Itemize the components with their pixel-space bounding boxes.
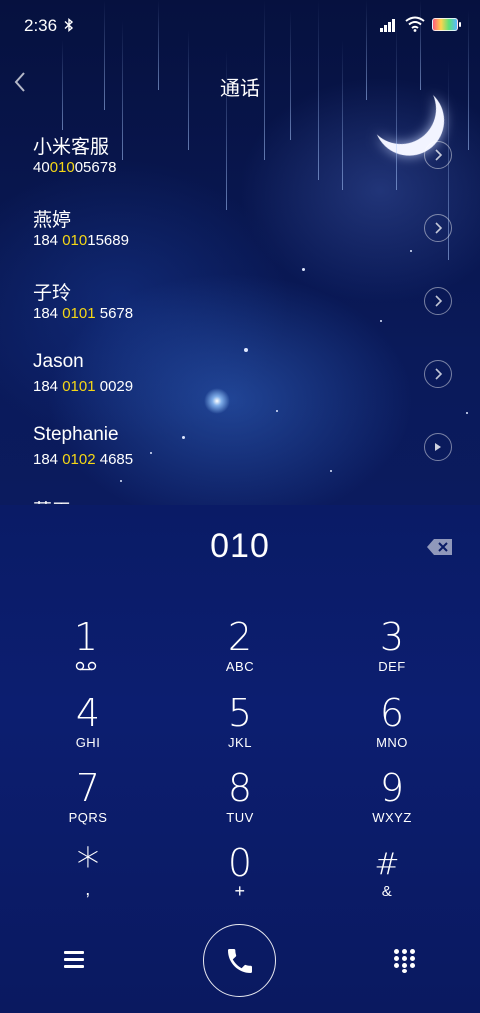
number-suffix: 0029 [95,378,134,395]
key-digit: 4 [75,691,101,735]
contact-row[interactable]: 燕婷 184 01015689 [0,197,480,269]
key-digit: 1 [73,615,99,659]
contact-number: 184 01015689 [33,232,129,249]
contact-list: 小米客服 4001005678 燕婷 184 01015689 子玲 184 0… [0,124,480,504]
dial-key-6[interactable]: 6 MNO [332,693,452,763]
number-match-highlight: 010 [62,232,88,249]
contact-number: 184 0101 5678 [33,305,133,322]
chevron-right-icon[interactable] [424,360,452,388]
key-digit: 0 [227,841,253,885]
number-suffix: 4685 [95,451,134,468]
number-prefix: 184 [33,378,63,395]
chevron-right-icon[interactable] [424,287,452,315]
number-suffix: 05678 [74,159,117,176]
number-prefix: 184 [33,232,63,249]
key-letters: DEF [378,659,406,674]
dial-key-3[interactable]: 3 DEF [332,617,452,687]
status-time: 2:36 [24,16,58,35]
key-digit: 5 [227,691,253,735]
dial-key-8[interactable]: 8 TUV [180,768,300,838]
contact-name: Stephanie [33,424,119,445]
contact-name: 萧玉 [33,496,71,504]
key-digit: # [374,847,400,882]
key-letters: & [381,883,393,900]
dial-key-star[interactable]: * , [28,842,148,915]
key-letters: ABC [225,659,255,674]
chevron-right-icon[interactable] [424,141,452,169]
bluetooth-icon [64,18,74,36]
key-digit: 6 [379,691,405,735]
contact-row[interactable]: Jason 184 0101 0029 [0,343,480,415]
page-title: 通话 [220,76,260,100]
contact-row[interactable]: 子玲 184 0101 5678 [0,270,480,342]
number-match-highlight: 0101 [62,378,96,395]
signal-icon [380,18,400,32]
dial-key-0[interactable]: 0 + [180,843,300,913]
contact-row[interactable]: Stephanie 184 0102 4685 [0,416,480,488]
status-bar: 2:36 [0,0,480,52]
dialpad-toggle-icon[interactable] [394,949,416,973]
key-digit: 8 [227,766,253,810]
number-suffix: 5678 [95,305,134,322]
key-letters: MNO [376,735,408,750]
contact-number: 4001005678 [33,159,116,176]
dial-key-9[interactable]: 9 WXYZ [332,768,452,838]
phone-icon [228,949,252,973]
voicemail-icon [75,661,97,671]
call-button[interactable] [203,924,276,997]
contact-name: 小米客服 [33,137,110,158]
key-letters: , [85,879,91,899]
contact-name: 子玲 [33,283,72,304]
contact-row[interactable]: 小米客服 4001005678 [0,124,480,196]
dial-key-4[interactable]: 4 GHI [28,693,148,763]
number-prefix: 184 [33,451,63,468]
number-prefix: 40 [33,159,50,176]
contact-number: 184 0102 4685 [33,451,133,468]
backspace-icon[interactable] [426,538,454,556]
contact-number: 184 0101 0029 [33,378,133,395]
number-match-highlight: 0101 [62,305,96,322]
key-letters: JKL [228,735,252,750]
battery-icon [432,18,461,31]
number-prefix: 184 [33,305,63,322]
key-letters: + [234,881,246,901]
menu-icon[interactable] [64,951,86,969]
number-match-highlight: 0102 [62,451,96,468]
dialer-panel: 010 1 2 ABC 3 DEF 4 GHI 5 JKL 6 MNO 7 PQ… [0,505,480,1013]
dial-key-5[interactable]: 5 JKL [180,693,300,763]
number-suffix: 15689 [87,232,129,249]
number-match-highlight: 010 [49,159,75,176]
key-letters: PQRS [68,810,108,825]
key-letters: WXYZ [372,810,412,825]
dial-key-7[interactable]: 7 PQRS [28,768,148,838]
contact-row-partial[interactable]: 萧玉 [0,492,480,504]
contact-name: Jason [33,351,84,372]
key-digit: 3 [379,615,405,659]
key-letters: TUV [226,810,254,825]
wifi-icon [405,16,425,32]
dialed-number-display[interactable]: 010 [0,527,480,566]
key-digit: 2 [227,615,253,659]
key-digit: 7 [75,766,101,810]
key-digit: 9 [379,766,405,810]
key-letters: GHI [75,735,101,750]
dial-key-2[interactable]: 2 ABC [180,617,300,687]
dial-key-hash[interactable]: # & [327,845,447,915]
contact-name: 燕婷 [33,210,72,231]
chevron-right-icon[interactable] [424,214,452,242]
video-call-icon[interactable] [424,433,452,461]
dial-key-1[interactable]: 1 [26,617,146,687]
